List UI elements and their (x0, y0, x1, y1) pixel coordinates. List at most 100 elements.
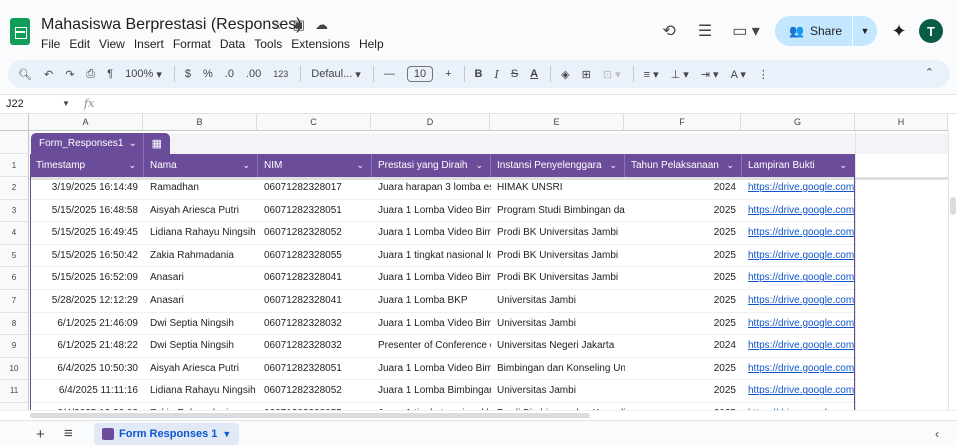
decrease-decimal-button[interactable]: .0 (225, 68, 234, 80)
cell-instansi[interactable]: Bimbingan dan Konseling Un (491, 358, 625, 380)
cell-instansi[interactable]: Prodi BK Universitas Jambi (491, 222, 625, 244)
cell-nim[interactable]: 06071282328032 (258, 335, 372, 357)
cell-nama[interactable]: Anasari (144, 267, 258, 289)
table-view-icon[interactable]: ▦ (144, 133, 170, 154)
cell-prestasi[interactable]: Juara 1 Lomba BKP (372, 290, 491, 312)
currency-format-button[interactable]: $ (185, 68, 191, 80)
cell-nim[interactable]: 06071282328032 (258, 313, 372, 335)
bold-icon[interactable]: B (475, 68, 483, 80)
menu-edit[interactable]: Edit (69, 37, 90, 51)
star-icon[interactable]: ☆ (271, 17, 283, 33)
row-header[interactable]: 5 (0, 244, 29, 268)
cell-nama[interactable]: Lidiana Rahayu Ningsih (144, 380, 258, 402)
menu-format[interactable]: Format (173, 37, 211, 51)
number-format-button[interactable]: 123 (273, 69, 288, 79)
header-cell-instansi[interactable]: Instansi Penyelenggara ⌄ (491, 154, 625, 177)
move-folder-icon[interactable]: ▣ (293, 17, 305, 33)
column-header-g[interactable]: G (741, 114, 855, 131)
cell-prestasi[interactable]: Juara 1 Lomba Video Bimbingan (372, 267, 491, 289)
row-header[interactable]: 9 (0, 335, 29, 358)
horizontal-align-icon[interactable]: ≡ ▾ (644, 68, 659, 81)
chevron-down-icon[interactable]: ⌄ (128, 154, 136, 177)
header-cell-lampiran[interactable]: Lampiran Bukti ⌄ (742, 154, 855, 177)
cell-prestasi[interactable]: Juara 1 tingkat nasional lomba (372, 245, 491, 267)
chevron-down-icon[interactable]: ⌄ (242, 154, 250, 177)
cell-nama[interactable]: Anasari (144, 290, 258, 312)
undo-icon[interactable]: ↶ (44, 68, 53, 81)
cell-nim[interactable]: 06071282328017 (258, 177, 372, 199)
row-header[interactable]: 8 (0, 312, 29, 336)
table-name-button[interactable]: Form_Responses1 ⌄ (31, 133, 144, 154)
row-header[interactable]: 2 (0, 177, 29, 200)
chevron-down-icon[interactable]: ⌄ (356, 154, 364, 177)
redo-icon[interactable]: ↷ (65, 68, 74, 81)
font-size-input[interactable]: 10 (406, 66, 434, 82)
header-cell-tahun[interactable]: Tahun Pelaksanaan ⌄ (625, 154, 742, 177)
cell-lampiran[interactable]: https://drive.google.com (742, 245, 855, 267)
cell-nama[interactable]: Dwi Septia Ningsih (144, 313, 258, 335)
chevron-left-icon[interactable]: ‹ (935, 427, 939, 441)
column-header-d[interactable]: D (371, 114, 490, 131)
version-history-icon[interactable]: ⟲ (655, 17, 683, 45)
header-cell-prestasi[interactable]: Prestasi yang Diraih ⌄ (372, 154, 491, 177)
row-header[interactable]: 10 (0, 357, 29, 381)
text-color-icon[interactable]: A (530, 68, 538, 80)
menu-extensions[interactable]: Extensions (291, 37, 350, 51)
cell-lampiran[interactable]: https://drive.google.com (742, 358, 855, 380)
cell-instansi[interactable]: Program Studi Bimbingan dan (491, 200, 625, 222)
cell-instansi[interactable]: HIMAK UNSRI (491, 177, 625, 199)
strikethrough-icon[interactable]: S (511, 68, 518, 80)
cell-timestamp[interactable]: 5/15/2025 16:50:42 (30, 245, 144, 267)
menu-tools[interactable]: Tools (254, 37, 282, 51)
text-rotation-icon[interactable]: A ▾ (731, 68, 746, 81)
print-icon[interactable]: ⎙ (86, 68, 95, 81)
cell-prestasi[interactable]: Juara 1 Lomba Video Bimbingan (372, 358, 491, 380)
cell-nim[interactable]: 06071282328052 (258, 380, 372, 402)
name-box[interactable]: J22 (6, 98, 24, 110)
cloud-status-icon[interactable]: ☁ (315, 17, 328, 33)
cell-lampiran[interactable]: https://drive.google.com (742, 177, 855, 199)
row-header[interactable]: 6 (0, 267, 29, 290)
horizontal-scrollbar[interactable] (0, 410, 957, 420)
cell-nim[interactable]: 06071282328041 (258, 267, 372, 289)
row-header[interactable]: 1 (0, 154, 29, 177)
cell-lampiran[interactable]: https://drive.google.com (742, 200, 855, 222)
name-box-dropdown-icon[interactable]: ▼ (62, 99, 70, 108)
menu-data[interactable]: Data (220, 37, 245, 51)
spreadsheet-grid[interactable]: A B C D E F G H Form_Responses1 ⌄ ▦ 1 Ti… (0, 114, 957, 420)
cell-instansi[interactable]: Universitas Jambi (491, 290, 625, 312)
cell-tahun[interactable]: 2025 (625, 380, 742, 402)
header-cell-nama[interactable]: Nama ⌄ (144, 154, 258, 177)
cell-tahun[interactable]: 2025 (625, 200, 742, 222)
cell-timestamp[interactable]: 5/28/2025 12:12:29 (30, 290, 144, 312)
menu-view[interactable]: View (99, 37, 125, 51)
cell-instansi[interactable]: Universitas Jambi (491, 313, 625, 335)
cell-nama[interactable]: Ramadhan (144, 177, 258, 199)
column-header-a[interactable]: A (29, 114, 143, 131)
cell-instansi[interactable]: Universitas Jambi (491, 380, 625, 402)
cell-prestasi[interactable]: Juara 1 Lomba Bimbingan (372, 380, 491, 402)
cell-lampiran[interactable]: https://drive.google.com (742, 290, 855, 312)
cell-tahun[interactable]: 2024 (625, 177, 742, 199)
chevron-down-icon[interactable]: ⌄ (726, 154, 734, 177)
chevron-down-icon[interactable]: ⌄ (609, 154, 617, 177)
menu-insert[interactable]: Insert (134, 37, 164, 51)
cell-prestasi[interactable]: Juara 1 Lomba Video Bimbingan (372, 200, 491, 222)
cell-nim[interactable]: 06071282328051 (258, 200, 372, 222)
column-header-b[interactable]: B (143, 114, 257, 131)
cell-instansi[interactable]: Prodi BK Universitas Jambi (491, 245, 625, 267)
cell-timestamp[interactable]: 5/15/2025 16:49:45 (30, 222, 144, 244)
borders-icon[interactable]: ⊞ (582, 68, 591, 81)
sheet-tab-form-responses-1[interactable]: Form Responses 1 ▼ (94, 423, 240, 445)
vertical-align-icon[interactable]: ⊥ ▾ (671, 68, 689, 81)
cell-lampiran[interactable]: https://drive.google.com (742, 267, 855, 289)
cell-lampiran[interactable]: https://drive.google.com (742, 380, 855, 402)
cell-lampiran[interactable]: https://drive.google.com (742, 313, 855, 335)
cell-timestamp[interactable]: 3/19/2025 16:14:49 (30, 177, 144, 199)
more-options-icon[interactable]: ⋮ (758, 68, 769, 81)
cell-prestasi[interactable]: Juara 1 Lomba Video Bimbingan (372, 313, 491, 335)
cell-timestamp[interactable]: 6/4/2025 11:11:16 (30, 380, 144, 402)
select-all-corner[interactable] (0, 114, 29, 131)
menu-help[interactable]: Help (359, 37, 384, 51)
gemini-sparkle-icon[interactable]: ✦ (885, 17, 913, 45)
